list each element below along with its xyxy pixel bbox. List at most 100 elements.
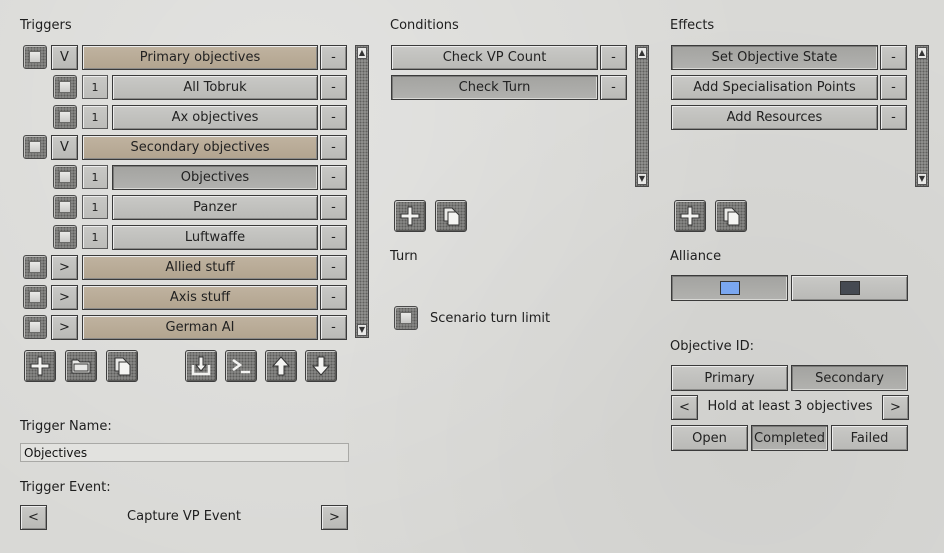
trigger-row[interactable]: Panzer	[112, 195, 318, 220]
copy-icon	[114, 357, 131, 376]
remove-condition-button[interactable]: -	[600, 75, 627, 100]
move-down-icon	[311, 356, 331, 376]
trigger-event-label: Trigger Event:	[20, 480, 111, 495]
trigger-enable-checkbox[interactable]	[53, 75, 77, 99]
scroll-down-icon[interactable]: ▼	[917, 173, 927, 185]
trigger-group-row[interactable]: Axis stuff	[82, 285, 318, 310]
import-icon	[191, 356, 211, 376]
folder-icon	[71, 359, 91, 374]
trigger-row[interactable]: Objectives	[112, 165, 318, 190]
trigger-group-toggle-button[interactable]: >	[51, 285, 78, 310]
remove-trigger-button[interactable]: -	[320, 315, 347, 340]
objective-primary-button[interactable]: Primary	[671, 365, 788, 391]
conditions-scrollbar[interactable]: ▲ ▼	[635, 45, 649, 187]
trigger-enable-checkbox[interactable]	[53, 225, 77, 249]
effect-row[interactable]: Add Specialisation Points	[671, 75, 878, 100]
scenario-turn-limit-checkbox[interactable]	[394, 306, 418, 330]
trigger-enable-checkbox[interactable]	[23, 135, 47, 159]
trigger-enable-checkbox[interactable]	[23, 315, 47, 339]
remove-trigger-button[interactable]: -	[320, 165, 347, 190]
effect-row[interactable]: Set Objective State	[671, 45, 878, 70]
console-icon	[232, 358, 250, 374]
trigger-enable-checkbox[interactable]	[53, 165, 77, 189]
allied-color-swatch	[719, 281, 740, 295]
scroll-down-icon[interactable]: ▼	[357, 324, 367, 336]
move-down-button[interactable]	[305, 350, 337, 382]
copy-icon	[443, 207, 460, 226]
trigger-order-number: 1	[82, 165, 108, 189]
trigger-group-toggle-button[interactable]: V	[51, 135, 78, 160]
axis-color-swatch	[839, 281, 860, 295]
objective-state-failed-button[interactable]: Failed	[831, 425, 908, 451]
add-icon	[680, 206, 700, 226]
trigger-group-row[interactable]: Secondary objectives	[82, 135, 318, 160]
add-trigger-button[interactable]	[24, 350, 56, 382]
effects-scrollbar[interactable]: ▲ ▼	[915, 45, 929, 187]
trigger-order-number: 1	[82, 75, 108, 99]
triggers-title: Triggers	[20, 18, 72, 33]
copy-trigger-button[interactable]	[106, 350, 138, 382]
remove-effect-button[interactable]: -	[880, 105, 907, 130]
trigger-enable-checkbox[interactable]	[53, 195, 77, 219]
console-button[interactable]	[225, 350, 257, 382]
trigger-group-toggle-button[interactable]: >	[51, 255, 78, 280]
move-up-button[interactable]	[265, 350, 297, 382]
trigger-group-row[interactable]: German AI	[82, 315, 318, 340]
trigger-name-input[interactable]: Objectives	[20, 443, 349, 462]
trigger-enable-checkbox[interactable]	[23, 285, 47, 309]
remove-trigger-button[interactable]: -	[320, 135, 347, 160]
trigger-row[interactable]: All Tobruk	[112, 75, 318, 100]
remove-effect-button[interactable]: -	[880, 45, 907, 70]
add-effect-button[interactable]	[674, 200, 706, 232]
copy-effect-button[interactable]	[715, 200, 747, 232]
trigger-order-number: 1	[82, 195, 108, 219]
scroll-up-icon[interactable]: ▲	[917, 47, 927, 59]
trigger-enable-checkbox[interactable]	[53, 105, 77, 129]
effect-row[interactable]: Add Resources	[671, 105, 878, 130]
alliance-axis-button[interactable]	[791, 275, 908, 301]
scroll-up-icon[interactable]: ▲	[357, 47, 367, 59]
trigger-enable-checkbox[interactable]	[23, 255, 47, 279]
objective-description: Hold at least 3 objectives	[707, 399, 873, 414]
remove-trigger-button[interactable]: -	[320, 75, 347, 100]
trigger-row[interactable]: Luftwaffe	[112, 225, 318, 250]
conditions-title: Conditions	[390, 18, 459, 33]
objective-secondary-button[interactable]: Secondary	[791, 365, 908, 391]
remove-trigger-button[interactable]: -	[320, 255, 347, 280]
remove-trigger-button[interactable]: -	[320, 225, 347, 250]
objective-prev-button[interactable]: <	[671, 395, 698, 420]
effects-title: Effects	[670, 18, 715, 33]
remove-trigger-button[interactable]: -	[320, 285, 347, 310]
trigger-event-prev-button[interactable]: <	[20, 505, 47, 530]
trigger-event-next-button[interactable]: >	[321, 505, 348, 530]
objective-state-completed-button[interactable]: Completed	[751, 425, 828, 451]
remove-trigger-button[interactable]: -	[320, 45, 347, 70]
add-condition-button[interactable]	[394, 200, 426, 232]
scroll-down-icon[interactable]: ▼	[637, 173, 647, 185]
move-up-icon	[271, 356, 291, 376]
add-icon	[30, 356, 50, 376]
objective-state-open-button[interactable]: Open	[671, 425, 748, 451]
remove-condition-button[interactable]: -	[600, 45, 627, 70]
remove-trigger-button[interactable]: -	[320, 195, 347, 220]
remove-effect-button[interactable]: -	[880, 75, 907, 100]
objective-next-button[interactable]: >	[882, 395, 909, 420]
copy-condition-button[interactable]	[435, 200, 467, 232]
remove-trigger-button[interactable]: -	[320, 105, 347, 130]
trigger-order-number: 1	[82, 105, 108, 129]
trigger-group-toggle-button[interactable]: V	[51, 45, 78, 70]
condition-row[interactable]: Check Turn	[391, 75, 598, 100]
trigger-enable-checkbox[interactable]	[23, 45, 47, 69]
import-button[interactable]	[185, 350, 217, 382]
alliance-allied-button[interactable]	[671, 275, 788, 301]
trigger-row[interactable]: Ax objectives	[112, 105, 318, 130]
add-folder-button[interactable]	[65, 350, 97, 382]
objective-id-label: Objective ID:	[670, 339, 754, 354]
alliance-title: Alliance	[670, 249, 722, 264]
trigger-group-toggle-button[interactable]: >	[51, 315, 78, 340]
condition-row[interactable]: Check VP Count	[391, 45, 598, 70]
trigger-group-row[interactable]: Allied stuff	[82, 255, 318, 280]
trigger-group-row[interactable]: Primary objectives	[82, 45, 318, 70]
scroll-up-icon[interactable]: ▲	[637, 47, 647, 59]
triggers-scrollbar[interactable]: ▲ ▼	[355, 45, 369, 338]
